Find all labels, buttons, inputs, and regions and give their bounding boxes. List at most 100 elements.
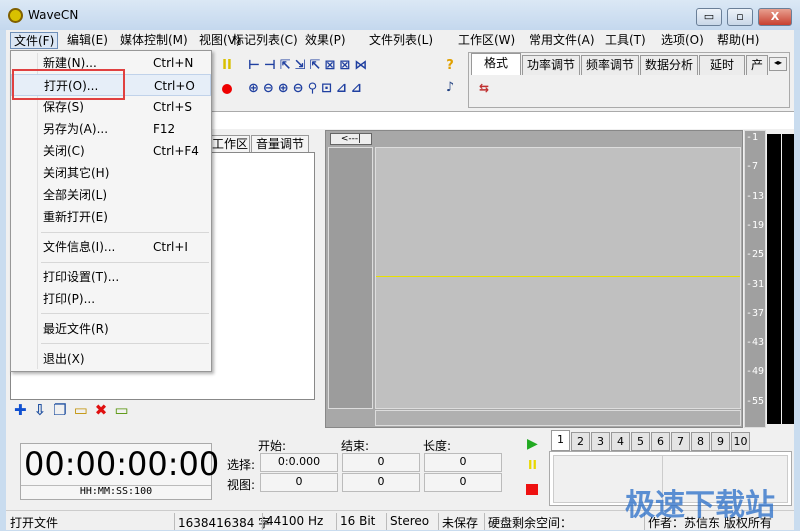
menu-item-shortcut: F12 [153, 122, 176, 136]
level-meter-right [782, 134, 794, 424]
status-field: 未保存 [442, 516, 479, 530]
tab-delay[interactable]: 延时 [699, 55, 745, 75]
highlight-box [12, 69, 125, 100]
number-tab-4[interactable]: 4 [611, 432, 630, 451]
selection-field[interactable]: 0 [424, 473, 502, 492]
waveform-canvas[interactable] [375, 147, 741, 409]
delete-icon[interactable]: ✖ [95, 401, 115, 419]
menu-item-shortcut: Ctrl+O [154, 79, 195, 93]
minimize-button[interactable]: ▭ [696, 8, 722, 26]
menu-item[interactable]: 关闭(C) Ctrl+F4 [11, 140, 211, 162]
stop-button[interactable] [526, 484, 538, 495]
selection-field[interactable]: 0:0.000 [260, 453, 338, 472]
menu-item[interactable]: 重新打开(E) [11, 206, 211, 228]
number-tab-5[interactable]: 5 [631, 432, 650, 451]
file-path-bar[interactable] [212, 111, 794, 129]
menu-9[interactable]: 工具(T) [602, 32, 649, 49]
menu-item[interactable]: 文件信息(I)... Ctrl+I [11, 236, 211, 258]
number-tab-1[interactable]: 1 [551, 430, 570, 451]
menu-item-shortcut: Ctrl+I [153, 240, 188, 254]
menu-item[interactable]: 打印设置(T)... [11, 266, 211, 288]
scroll-left-button[interactable]: <---| [330, 133, 372, 145]
file-list-toolbar: ✚⇩❐▭✖▭ [14, 401, 174, 419]
menu-8[interactable]: 常用文件(A) [526, 32, 598, 49]
waveform-left-column [328, 147, 373, 409]
selection-field[interactable]: 0 [424, 453, 502, 472]
tab-scroll-arrows[interactable]: ◂▸ [769, 57, 787, 71]
tab-volume[interactable]: 音量调节 [251, 135, 309, 153]
close-button[interactable]: X [758, 8, 792, 26]
tab-format[interactable]: 格式 [471, 53, 521, 75]
menu-item[interactable]: 打印(P)... [11, 288, 211, 310]
menu-item-label: 另存为(A)... [43, 122, 109, 136]
number-tab-2[interactable]: 2 [571, 432, 590, 451]
number-tab-8[interactable]: 8 [691, 432, 710, 451]
zoom-tools-icon[interactable]: ⊕⊖⊕⊖⚲⊡⊿⊿ [248, 81, 438, 96]
menu-5[interactable]: 效果(P) [302, 32, 349, 49]
pause-tool-icon[interactable]: II [218, 58, 236, 73]
maximize-button[interactable]: ▫ [727, 8, 753, 26]
menu-item-label: 打印设置(T)... [43, 270, 120, 284]
tab-power[interactable]: 功率调节 [522, 55, 580, 75]
scale-label: -37 [746, 307, 765, 319]
folder-icon[interactable]: ▭ [74, 401, 95, 419]
menu-bar: 文件(F) 编辑(E) 媒体控制(M) 视图(V) 标记列表(C) 效果(P) 文件列表(L… [6, 30, 794, 50]
selection-field[interactable]: 0 [342, 473, 420, 492]
record-icon[interactable] [222, 84, 232, 94]
open-folder-icon[interactable]: ▭ [114, 401, 135, 419]
status-separator [386, 513, 387, 530]
menu-separator [41, 313, 209, 314]
menu-item-label: 关闭(C) [43, 144, 85, 158]
number-tab-9[interactable]: 9 [711, 432, 730, 451]
menu-item-label: 文件信息(I)... [43, 240, 116, 254]
menu-2[interactable]: 媒体控制(M) [117, 32, 191, 49]
tab-more[interactable]: 产 [746, 55, 768, 75]
selection-field[interactable]: 0 [260, 473, 338, 492]
menu-item-label: 最近文件(R) [43, 322, 109, 336]
marker-tools-icon[interactable]: ⊢⊣⇱⇲⇱⊠⊠⋈ [248, 58, 438, 73]
play-button[interactable]: ▶ [527, 436, 538, 452]
menu-7[interactable]: 工作区(W) [455, 32, 518, 49]
menu-item[interactable]: 另存为(A)... F12 [11, 118, 211, 140]
pause-button[interactable]: II [528, 458, 537, 472]
selection-row-label: 选择: [227, 458, 256, 472]
selection-row-label: 视图: [227, 478, 256, 492]
status-field: 1638416384 字 [178, 516, 271, 530]
menu-item[interactable]: 全部关闭(L) [11, 184, 211, 206]
menu-1[interactable]: 编辑(E) [64, 32, 111, 49]
import-icon[interactable]: ⇩ [34, 401, 54, 419]
menu-0[interactable]: 文件(F) [10, 32, 59, 49]
add-icon[interactable]: ✚ [14, 401, 34, 419]
number-tab-10[interactable]: 10 [731, 432, 750, 451]
level-meter-left [767, 134, 781, 424]
number-tab-3[interactable]: 3 [591, 432, 610, 451]
menu-item[interactable]: 最近文件(R) [11, 318, 211, 340]
copy-icon[interactable]: ❐ [53, 401, 73, 419]
number-tab-7[interactable]: 7 [671, 432, 690, 451]
tab-workspace[interactable]: 工作区 [210, 135, 250, 153]
waveform-view[interactable]: <---| [325, 130, 743, 428]
menu-item[interactable]: 退出(X) [11, 348, 211, 370]
menu-11[interactable]: 帮助(H) [714, 32, 762, 49]
speaker-icon[interactable]: ♪ [441, 80, 459, 95]
level-scale: -1 -7 -13 -19 -25 -31 -37 -43 -49 -55 [744, 130, 766, 428]
help-icon[interactable]: ? [441, 58, 459, 73]
menu-separator [41, 343, 209, 344]
time-display: 00:00:00:00 HH:MM:SS:100 [20, 443, 219, 500]
waveform-scrollbar[interactable] [375, 410, 741, 426]
scale-label: -1 [746, 132, 759, 143]
app-logo-icon [8, 8, 23, 23]
convert-icon[interactable]: ⇆ [479, 81, 489, 95]
menu-6[interactable]: 文件列表(L) [366, 32, 436, 49]
selection-field[interactable]: 0 [342, 453, 420, 472]
number-tab-6[interactable]: 6 [651, 432, 670, 451]
tab-frequency[interactable]: 频率调节 [581, 55, 639, 75]
menu-item-label: 关闭其它(H) [43, 166, 110, 180]
tab-analysis[interactable]: 数据分析 [640, 55, 698, 75]
menu-item[interactable]: 关闭其它(H) [11, 162, 211, 184]
scale-label: -43 [746, 337, 765, 349]
menu-4[interactable]: 标记列表(C) [229, 32, 301, 49]
timer-format: HH:MM:SS:100 [21, 485, 211, 500]
menu-10[interactable]: 选项(O) [658, 32, 707, 49]
scale-label: -19 [746, 219, 765, 231]
